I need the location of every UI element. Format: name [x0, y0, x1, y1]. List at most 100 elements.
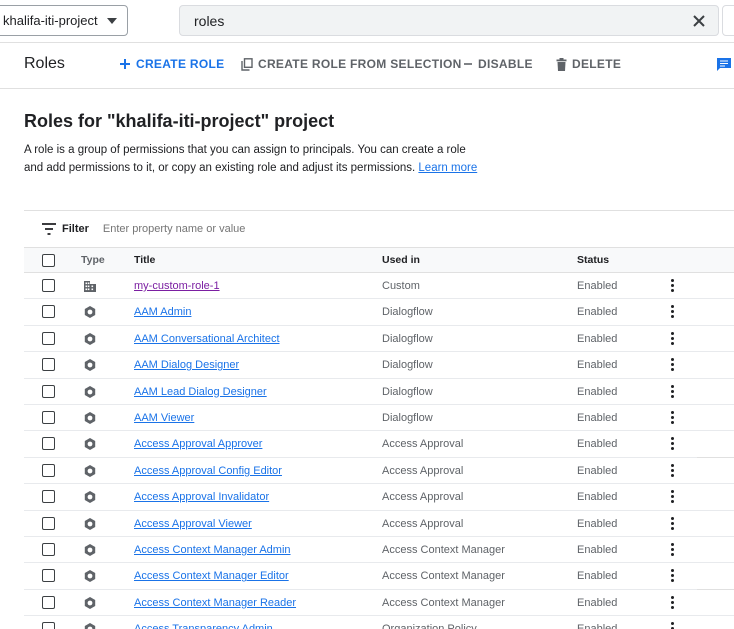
row-checkbox[interactable]: [42, 542, 55, 556]
more-actions-icon[interactable]: [669, 331, 675, 346]
role-used-in: Dialogflow: [382, 359, 433, 372]
row-checkbox[interactable]: [42, 595, 55, 609]
building-icon: [83, 279, 97, 293]
role-status: Enabled: [577, 491, 618, 504]
more-actions-icon[interactable]: [669, 358, 675, 372]
more-actions-icon[interactable]: [669, 490, 675, 504]
table-row: AAM Viewer Dialogflow Enabled: [24, 405, 734, 432]
role-status: Enabled: [577, 280, 618, 292]
row-checkbox[interactable]: [42, 437, 55, 451]
filter-bar: Filter: [24, 210, 734, 247]
search-input[interactable]: roles: [179, 5, 719, 36]
column-header-status[interactable]: Status: [577, 254, 609, 266]
row-checkbox[interactable]: [42, 516, 55, 530]
row-checkbox[interactable]: [42, 490, 55, 504]
role-used-in: Dialogflow: [382, 332, 433, 345]
more-actions-icon[interactable]: [669, 410, 675, 425]
table-row: Access Context Manager Admin Access Conte…: [24, 537, 734, 564]
role-status: Enabled: [577, 332, 618, 345]
create-role-from-selection-button[interactable]: CREATE ROLE FROM SELECTION: [241, 57, 462, 71]
role-title-link[interactable]: my-custom-role-1: [134, 280, 220, 292]
role-used-in: Custom: [382, 280, 420, 292]
role-title-link[interactable]: AAM Conversational Architect: [134, 333, 280, 345]
gcp-hexagon-icon: [83, 517, 97, 531]
row-checkbox[interactable]: [42, 410, 55, 424]
gcp-hexagon-icon: [83, 622, 97, 629]
gcp-hexagon-icon: [83, 596, 97, 610]
role-title-link[interactable]: AAM Viewer: [134, 412, 194, 424]
description-text: A role is a group of permissions that yo…: [24, 144, 466, 174]
top-bar-button[interactable]: [722, 5, 734, 36]
row-checkbox[interactable]: [42, 622, 55, 629]
more-actions-icon[interactable]: [669, 542, 675, 557]
row-checkbox[interactable]: [42, 279, 55, 292]
delete-button[interactable]: DELETE: [556, 57, 621, 71]
more-actions-icon[interactable]: [669, 516, 675, 531]
role-status: Enabled: [577, 570, 618, 583]
role-used-in: Dialogflow: [382, 411, 433, 424]
row-checkbox[interactable]: [42, 358, 55, 372]
project-name: khalifa-iti-project: [3, 13, 98, 28]
dropdown-caret-icon: [107, 18, 117, 24]
row-checkbox[interactable]: [42, 384, 55, 398]
more-actions-icon[interactable]: [669, 622, 675, 629]
role-title-link[interactable]: Access Transparency Admin: [134, 623, 273, 629]
gcp-hexagon-icon: [83, 464, 97, 478]
role-used-in: Access Context Manager: [382, 596, 505, 609]
role-title-link[interactable]: AAM Lead Dialog Designer: [134, 386, 267, 398]
role-used-in: Access Approval: [382, 517, 464, 530]
create-role-button[interactable]: CREATE ROLE: [119, 57, 224, 71]
learn-more-link[interactable]: Learn more: [418, 162, 477, 174]
role-title-link[interactable]: Access Approval Invalidator: [134, 491, 269, 503]
column-header-title[interactable]: Title: [134, 254, 155, 266]
role-title-link[interactable]: AAM Admin: [134, 306, 191, 318]
divider: [697, 589, 734, 590]
row-checkbox[interactable]: [42, 463, 55, 477]
table-header: Type Title Used in Status: [24, 247, 734, 273]
close-icon[interactable]: [690, 12, 708, 30]
minus-icon: [464, 63, 472, 65]
table-row: AAM Conversational Architect Dialogflow En…: [24, 326, 734, 353]
column-header-type[interactable]: Type: [81, 254, 105, 266]
gcp-hexagon-icon: [83, 569, 97, 583]
copy-icon: [241, 57, 253, 71]
table-row: AAM Lead Dialog Designer Dialogflow Enable…: [24, 379, 734, 405]
table-row: Access Transparency Admin Organization Po…: [24, 616, 734, 629]
more-actions-icon[interactable]: [669, 569, 675, 583]
plus-icon: [120, 59, 130, 69]
role-title-link[interactable]: Access Context Manager Admin: [134, 544, 291, 556]
more-actions-icon[interactable]: [669, 595, 675, 610]
role-used-in: Access Context Manager: [382, 570, 505, 583]
select-all-checkbox[interactable]: [42, 254, 55, 267]
content-title: Roles for "khalifa-iti-project" project: [24, 111, 335, 131]
role-title-link[interactable]: Access Context Manager Reader: [134, 597, 296, 609]
role-title-link[interactable]: AAM Dialog Designer: [134, 359, 239, 371]
gcp-hexagon-icon: [83, 490, 97, 504]
role-status: Enabled: [577, 438, 618, 451]
role-title-link[interactable]: Access Approval Viewer: [134, 518, 252, 530]
column-header-used-in[interactable]: Used in: [382, 254, 420, 266]
row-checkbox[interactable]: [42, 305, 55, 319]
role-status: Enabled: [577, 411, 618, 424]
create-role-label: CREATE ROLE: [136, 57, 225, 71]
project-picker[interactable]: khalifa-iti-project: [0, 5, 128, 36]
role-title-link[interactable]: Access Context Manager Editor: [134, 570, 289, 582]
role-title-link[interactable]: Access Approval Approver: [134, 438, 262, 450]
search-value: roles: [194, 12, 225, 29]
more-actions-icon[interactable]: [669, 305, 675, 319]
more-actions-icon[interactable]: [669, 279, 675, 293]
more-actions-icon[interactable]: [669, 463, 675, 478]
row-checkbox[interactable]: [42, 331, 55, 345]
more-actions-icon[interactable]: [669, 437, 675, 451]
role-used-in: Dialogflow: [382, 306, 433, 319]
role-status: Enabled: [577, 306, 618, 319]
filter-input[interactable]: [102, 223, 403, 235]
top-bar: khalifa-iti-project roles: [0, 0, 734, 43]
filter-icon: [42, 223, 56, 235]
more-actions-icon[interactable]: [669, 384, 675, 399]
role-title-link[interactable]: Access Approval Config Editor: [134, 465, 282, 477]
row-checkbox[interactable]: [42, 569, 55, 583]
feedback-icon[interactable]: [716, 57, 732, 73]
disable-button[interactable]: DISABLE: [463, 57, 533, 71]
role-status: Enabled: [577, 359, 618, 372]
